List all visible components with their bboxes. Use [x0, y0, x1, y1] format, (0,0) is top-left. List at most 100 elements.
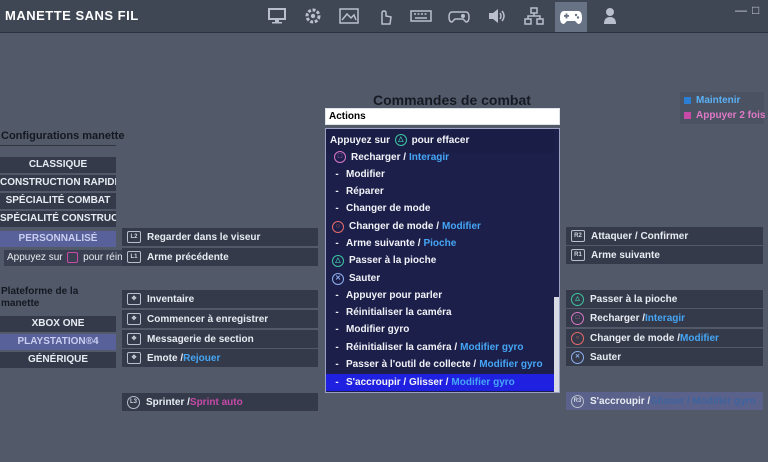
maximize-button[interactable]: □: [752, 3, 759, 17]
dropdown-item-label: Sauter: [349, 273, 381, 284]
dropdown-item[interactable]: △ Passer à la pioche: [326, 252, 555, 269]
dropdown-item[interactable]: - Réinitialiser la caméra / Modifier gyr…: [326, 339, 555, 356]
reset-hint-suffix: pour réini: [83, 252, 125, 263]
display-icon[interactable]: [334, 4, 364, 28]
binding-l2-label: Regarder dans le viseur: [147, 231, 261, 243]
triangle-button-icon: △: [571, 292, 584, 306]
dropdown-item-recharger-hold: Interagir: [409, 151, 450, 163]
binding-circle[interactable]: ○ Changer de mode / Modifier: [566, 329, 763, 347]
dropdown-item[interactable]: - Changer de mode: [326, 200, 555, 217]
top-bar: MANETTE SANS FIL — □: [0, 0, 768, 33]
dash-bullet: -: [335, 359, 339, 370]
monitor-icon[interactable]: [262, 4, 292, 28]
circle-button-icon: ○: [332, 220, 344, 233]
binding-r3[interactable]: R3 S'accroupir / Glisser / Modifier gyro: [566, 392, 763, 410]
platform-generique[interactable]: GÉNÉRIQUE: [0, 352, 116, 368]
dropdown-item[interactable]: ✕ Sauter: [326, 270, 555, 287]
legend-hold-swatch: [684, 97, 691, 104]
binding-l3-label: Sprinter /: [146, 396, 190, 408]
platform-xbox-one[interactable]: XBOX ONE: [0, 316, 116, 332]
legend-hold-label: Maintenir: [696, 95, 741, 106]
triangle-button-icon: △: [332, 254, 344, 267]
dropdown-header-prefix: Appuyez sur: [330, 135, 391, 146]
gear-icon[interactable]: [298, 4, 328, 28]
binding-dpad-right-label: Messagerie de section: [147, 333, 254, 345]
dropdown-item[interactable]: - Passer à l'outil de collecte / Modifie…: [326, 356, 555, 373]
r3-stick-icon: R3: [571, 394, 584, 408]
binding-dpad-left[interactable]: ✥ Commencer à enregistrer: [122, 310, 318, 328]
dropdown-item-label: Passer à la pioche: [349, 255, 437, 266]
dpad-down-icon: ✥: [127, 352, 141, 364]
binding-triangle[interactable]: △ Passer à la pioche: [566, 290, 763, 308]
dropdown-item-label: S'accroupir / Glisser /: [346, 377, 449, 388]
network-icon[interactable]: [519, 4, 549, 28]
dash-bullet: -: [335, 324, 339, 335]
config-personnalise[interactable]: PERSONNALISÉ: [0, 231, 116, 247]
binding-dpad-up[interactable]: ✥ Inventaire: [122, 290, 318, 308]
dash-bullet: -: [335, 238, 339, 249]
circle-button-icon: ○: [571, 331, 584, 345]
config-classique[interactable]: CLASSIQUE: [0, 157, 116, 173]
account-icon[interactable]: [595, 4, 625, 28]
dropdown-item[interactable]: - Réinitialiser la caméra: [326, 304, 555, 321]
dropdown-item[interactable]: ○ Changer de mode / Modifier: [326, 218, 555, 235]
config-specialite-combat[interactable]: SPÉCIALITÉ COMBAT: [0, 193, 116, 209]
panel-title: Commandes de combat: [373, 92, 531, 108]
dropdown-item[interactable]: - Modifier: [326, 166, 555, 183]
gamepad-settings-icon[interactable]: [444, 4, 474, 28]
dash-bullet: -: [335, 203, 339, 214]
dropdown-item-hold: Modifier: [442, 221, 481, 232]
dash-bullet: -: [335, 186, 339, 197]
binding-l2[interactable]: L2 Regarder dans le viseur: [122, 228, 318, 246]
controller-icon[interactable]: [555, 2, 587, 32]
binding-dpad-right[interactable]: ✥ Messagerie de section: [122, 330, 318, 348]
dropdown-item-label: Réinitialiser la caméra: [346, 307, 452, 318]
dropdown-item-label: Réparer: [346, 186, 384, 197]
platform-playstation4[interactable]: PLAYSTATION®4: [0, 334, 116, 350]
binding-dpad-down[interactable]: ✥ Emote / Rejouer: [122, 349, 318, 367]
binding-square-label: Recharger /: [590, 312, 646, 324]
binding-l3[interactable]: L3 Sprinter / Sprint auto: [122, 393, 318, 411]
binding-cross[interactable]: ✕ Sauter: [566, 348, 763, 366]
dash-bullet: -: [335, 169, 339, 180]
binding-r3-hold: Glisser / Modifier gyro: [650, 395, 756, 407]
dropdown-item[interactable]: - Modifier gyro: [326, 321, 555, 338]
dropdown-item[interactable]: - Réparer: [326, 183, 555, 200]
square-button-icon: □: [334, 151, 346, 163]
dash-bullet: -: [335, 307, 339, 318]
keyboard-icon[interactable]: [406, 4, 436, 28]
legend-double: Appuyer 2 fois: [684, 110, 765, 121]
dropdown-item-label: Changer de mode /: [349, 221, 440, 232]
dropdown-item-label: Arme suivante /: [346, 238, 421, 249]
reset-hint-prefix: Appuyez sur: [7, 252, 63, 263]
touch-icon[interactable]: [370, 4, 400, 28]
binding-square[interactable]: □ Recharger / Interagir: [566, 309, 763, 327]
dropdown-item-recharger[interactable]: □ Recharger / Interagir: [326, 150, 555, 164]
dropdown-item-label: Modifier gyro: [346, 324, 410, 335]
dropdown-item-hold: Modifier gyro: [479, 359, 543, 370]
dropdown-item[interactable]: - Arme suivante / Pioche: [326, 235, 555, 252]
config-construction-rapide[interactable]: CONSTRUCTION RAPIDE: [0, 175, 116, 191]
dropdown-item-hold: Pioche: [423, 238, 457, 249]
binding-l1[interactable]: L1 Arme précédente: [122, 248, 318, 266]
binding-dpad-down-hold: Rejouer: [183, 352, 221, 364]
cross-button-icon: ✕: [332, 272, 344, 285]
platform-section-title: Plateforme de la manette: [1, 286, 78, 310]
binding-r3-label: S'accroupir /: [590, 395, 651, 407]
minimize-button[interactable]: —: [735, 3, 747, 17]
config-specialite-construction[interactable]: SPÉCIALITÉ CONSTRUCTI…: [0, 211, 116, 227]
binding-r2[interactable]: R2 Attaquer / Confirmer: [566, 227, 763, 245]
dropdown-scrollbar-thumb[interactable]: [554, 297, 559, 392]
binding-r2-label: Attaquer / Confirmer: [591, 230, 689, 242]
speaker-icon[interactable]: [482, 4, 512, 28]
binding-dpad-up-label: Inventaire: [147, 293, 195, 305]
actions-dropdown[interactable]: Appuyez sur △ pour effacer □ Recharger /…: [325, 128, 560, 393]
actions-input[interactable]: Actions: [325, 108, 560, 125]
legend-hold: Maintenir: [684, 95, 740, 106]
dropdown-item-selected[interactable]: - S'accroupir / Glisser / Modifier gyro: [326, 374, 555, 391]
cross-button-icon: ✕: [571, 350, 584, 364]
dropdown-item[interactable]: - Appuyer pour parler: [326, 287, 555, 304]
dropdown-item-label: Appuyer pour parler: [346, 290, 443, 301]
app-title: MANETTE SANS FIL: [5, 8, 139, 23]
binding-r1[interactable]: R1 Arme suivante: [566, 246, 763, 264]
